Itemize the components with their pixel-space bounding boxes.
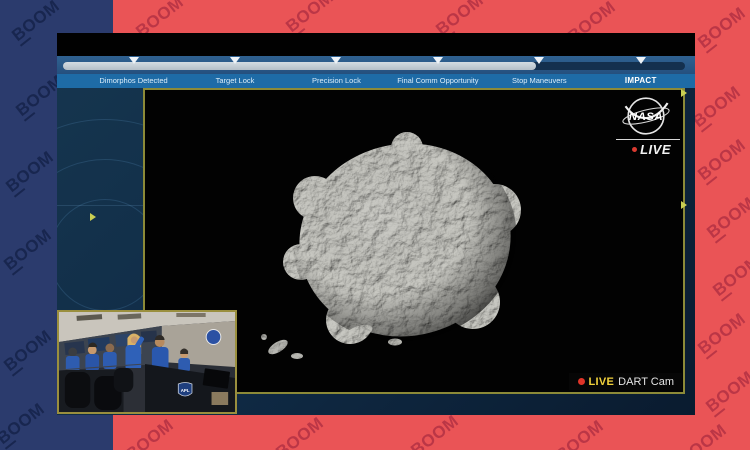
mission-control-scene: APL bbox=[59, 312, 235, 412]
edge-arrow-icon bbox=[681, 201, 687, 209]
boom-watermark: BOOM bbox=[407, 411, 463, 450]
boom-watermark: BOOM bbox=[702, 367, 750, 417]
timeline-marker-0 bbox=[129, 57, 139, 64]
nasa-meatball-wall-logo bbox=[206, 330, 221, 345]
boom-watermark: BOOM bbox=[122, 415, 178, 450]
timeline-marker-4 bbox=[534, 57, 544, 64]
record-dot-icon bbox=[578, 378, 585, 385]
timeline-phase-label: Target Lock bbox=[216, 76, 255, 85]
timeline-phase-label: IMPACT bbox=[625, 76, 657, 85]
timeline-phase-label: Precision Lock bbox=[312, 76, 361, 85]
boom-watermark: BOOM bbox=[694, 309, 750, 359]
graphic-trajectory-line bbox=[57, 205, 143, 206]
camera-name-label: DART Cam bbox=[618, 376, 674, 388]
boom-watermark: BOOM bbox=[552, 416, 608, 450]
trajectory-arrow-icon bbox=[90, 213, 96, 221]
video-frame[interactable]: Dimorphos Detected Target Lock Precision L… bbox=[57, 33, 695, 415]
timeline-marker-3 bbox=[433, 57, 443, 64]
timeline-marker-1 bbox=[230, 57, 240, 64]
timeline-phase-label: Dimorphos Detected bbox=[99, 76, 167, 85]
boom-watermark: BOOM bbox=[703, 193, 750, 243]
nasa-logo: NASA bbox=[619, 94, 673, 138]
timeline-marker-2 bbox=[331, 57, 341, 64]
boom-watermark: BOOM bbox=[282, 0, 338, 37]
timeline-marker-5 bbox=[636, 57, 646, 64]
top-black-bar bbox=[57, 33, 695, 56]
live-divider-line bbox=[616, 139, 680, 140]
boom-watermark: BOOM bbox=[709, 251, 750, 301]
live-badge: LIVE bbox=[632, 142, 671, 157]
edge-arrow-icon bbox=[681, 89, 687, 97]
nasa-wordmark: NASA bbox=[629, 111, 663, 123]
timeline-phase-label: Final Comm Opportunity bbox=[397, 76, 478, 85]
camera-live-label: LIVE bbox=[589, 376, 615, 388]
boom-watermark: BOOM bbox=[694, 135, 750, 185]
timeline-phase-label: Stop Maneuvers bbox=[512, 76, 567, 85]
camera-name-badge: LIVE DART Cam bbox=[569, 373, 682, 390]
boom-watermark: BOOM bbox=[694, 3, 750, 53]
boom-watermark: BOOM bbox=[675, 420, 731, 450]
timeline-track bbox=[63, 62, 685, 70]
mission-control-inset: APL bbox=[57, 310, 237, 414]
page-background: BOOMBOOMBOOMBOOMBOOMBOOMBOOMBOOMBOOMBOOM… bbox=[0, 0, 750, 450]
apl-logo-text: APL bbox=[181, 388, 190, 393]
live-label: LIVE bbox=[640, 142, 671, 157]
boom-watermark: BOOM bbox=[689, 82, 745, 132]
boom-watermark: BOOM bbox=[272, 413, 328, 450]
live-dot-icon bbox=[632, 147, 637, 152]
